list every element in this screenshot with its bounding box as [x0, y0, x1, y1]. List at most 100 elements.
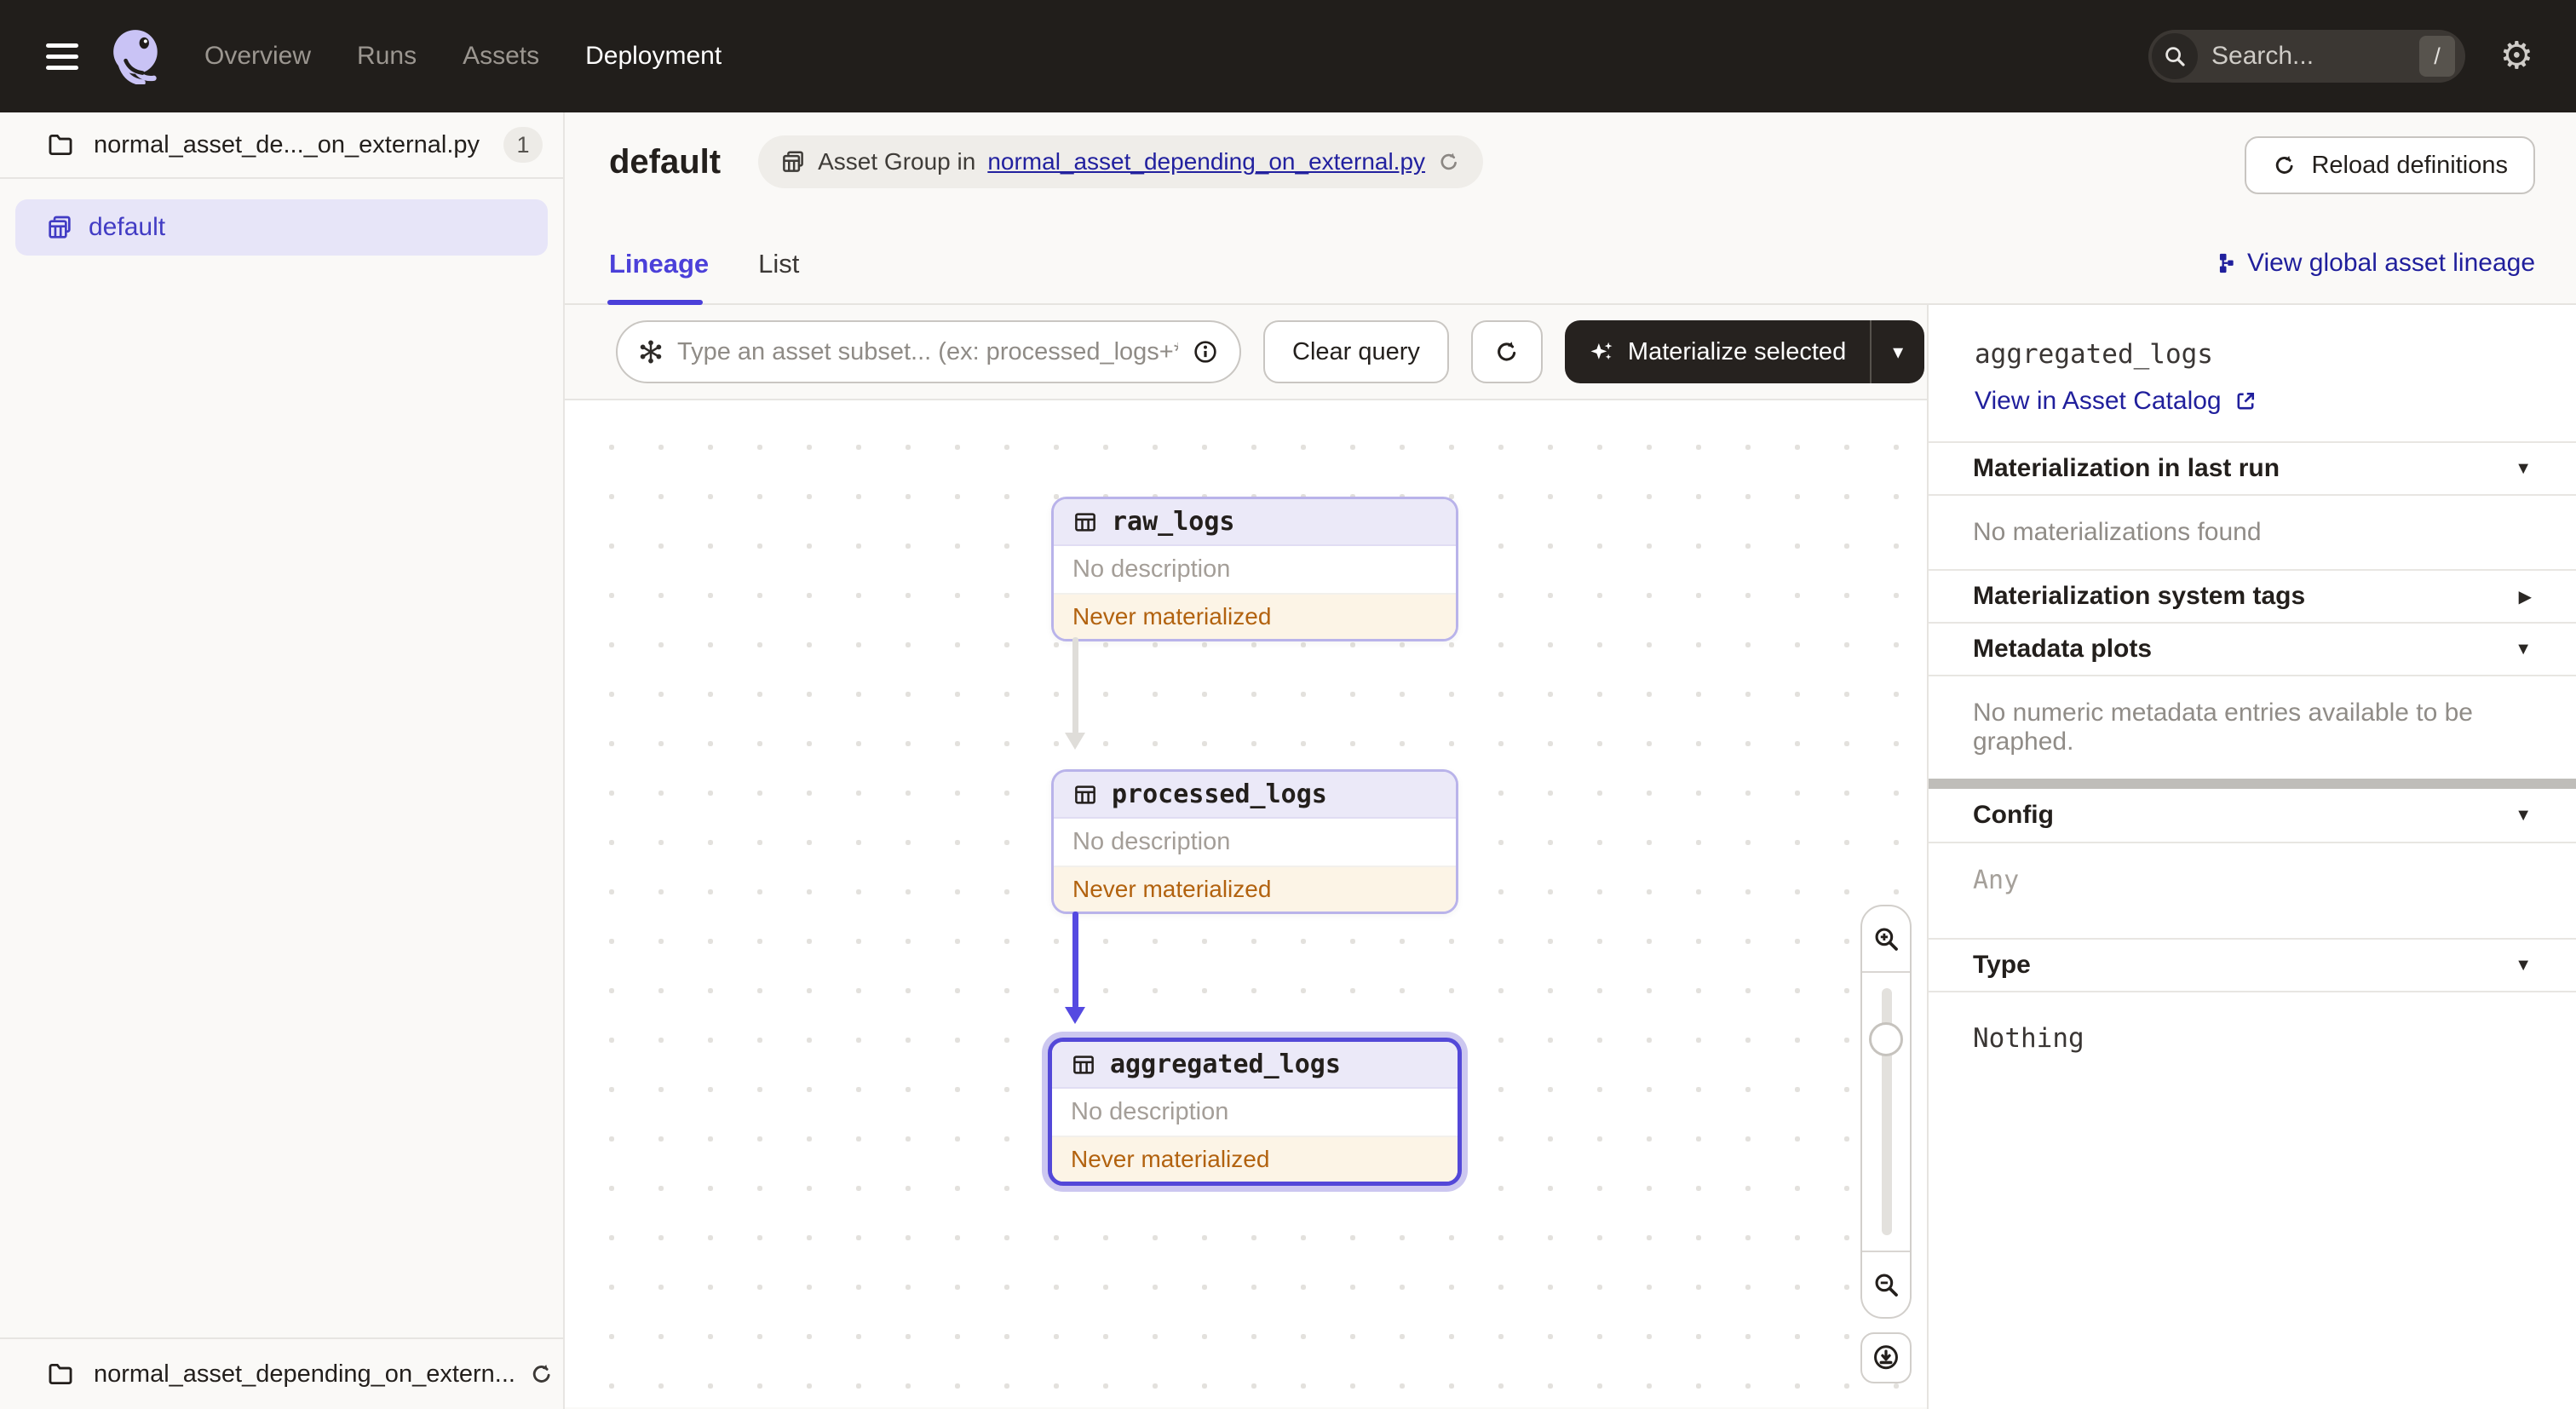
asset-group-tag-link[interactable]: normal_asset_depending_on_external.py: [987, 148, 1425, 175]
section-materialization-in-last-run[interactable]: Materialization in last run ▼: [1929, 441, 2576, 494]
nav-item-assets[interactable]: Assets: [463, 42, 539, 71]
section-title: Config: [1973, 801, 2054, 829]
asset-node-raw-logs[interactable]: raw_logs No description Never materializ…: [1051, 497, 1458, 641]
section-title: Metadata plots: [1973, 635, 2153, 663]
asset-node-aggregated-logs[interactable]: aggregated_logs No description Never mat…: [1048, 1038, 1462, 1186]
refresh-graph-button[interactable]: [1470, 320, 1543, 383]
lineage-edge: [1065, 637, 1085, 750]
zoom-controls: [1860, 905, 1912, 1383]
asset-node-description: No description: [1054, 546, 1456, 595]
asset-detail-panel: aggregated_logs View in Asset Catalog Ma…: [1927, 305, 2576, 1409]
folder-icon: [49, 134, 72, 156]
asset-query-field[interactable]: [616, 320, 1241, 383]
refresh-icon: [1498, 342, 1516, 361]
no-materializations-text: No materializations found: [1929, 494, 2576, 569]
asset-node-status: Never materialized: [1052, 1137, 1458, 1182]
asset-group-icon: [49, 216, 71, 239]
section-title: Type: [1973, 951, 2031, 979]
section-metadata-plots[interactable]: Metadata plots ▼: [1929, 622, 2576, 675]
asset-node-name: raw_logs: [1112, 507, 1235, 537]
asset-group-tag-prefix: Asset Group in: [818, 148, 976, 175]
zoom-out-button[interactable]: [1862, 1251, 1910, 1317]
selected-asset-title: aggregated_logs: [1975, 339, 2213, 370]
zoom-out-icon: [1875, 1274, 1898, 1297]
top-nav: Overview Runs Assets Deployment / ⚙: [0, 0, 2576, 112]
chevron-right-icon: ▶: [2518, 587, 2532, 607]
refresh-icon: [2276, 156, 2294, 174]
chevron-down-icon: ▼: [2515, 639, 2532, 658]
zoom-in-icon: [1875, 928, 1898, 951]
chevron-down-icon: ▼: [2515, 955, 2532, 975]
chevron-down-icon: ▼: [2515, 458, 2532, 478]
graph-toolbar: Clear query Materializ: [565, 305, 1927, 400]
table-icon: [1075, 512, 1095, 532]
lineage-edge-selected: [1065, 912, 1085, 1024]
asset-group-tag: Asset Group in normal_asset_depending_on…: [758, 135, 1484, 188]
asset-node-name: aggregated_logs: [1110, 1050, 1341, 1079]
sidebar-footer-code-location[interactable]: normal_asset_depending_on_extern...: [0, 1337, 563, 1409]
section-materialization-system-tags[interactable]: Materialization system tags ▶: [1929, 569, 2576, 622]
table-icon: [1073, 1055, 1094, 1074]
zoom-slider-thumb[interactable]: [1869, 1022, 1903, 1056]
refresh-icon[interactable]: [1437, 150, 1461, 174]
asset-node-status: Never materialized: [1054, 595, 1456, 639]
sidebar-item-group-default[interactable]: default: [15, 199, 548, 256]
lineage-canvas[interactable]: raw_logs No description Never materializ…: [565, 400, 1927, 1407]
folder-icon: [49, 1363, 72, 1385]
type-value: Nothing: [1929, 991, 2576, 1084]
settings-gear-icon[interactable]: ⚙: [2500, 34, 2533, 78]
tabs-bar: Lineage List View global asset lineage: [565, 211, 2576, 305]
tab-list[interactable]: List: [758, 249, 799, 279]
search-shortcut-key: /: [2419, 36, 2455, 77]
search-bar[interactable]: /: [2148, 30, 2465, 83]
no-metadata-text: No numeric metadata entries available to…: [1929, 675, 2576, 779]
info-icon[interactable]: [1192, 338, 1219, 365]
section-type[interactable]: Type ▼: [1929, 938, 2576, 991]
nav-item-overview[interactable]: Overview: [204, 42, 311, 71]
reload-definitions-label: Reload definitions: [2311, 151, 2508, 179]
clear-query-label: Clear query: [1292, 337, 1420, 365]
search-input[interactable]: [2211, 42, 2419, 71]
code-location-label: normal_asset_de..._on_external.py: [94, 130, 480, 158]
view-global-asset-lineage-link[interactable]: View global asset lineage: [2211, 249, 2535, 278]
asset-group-icon: [783, 151, 803, 172]
search-icon: [2152, 33, 2198, 79]
sidebar-item-code-location[interactable]: normal_asset_de..._on_external.py 1: [0, 112, 563, 179]
materialize-dropdown-caret[interactable]: ▾: [1872, 340, 1924, 365]
asset-node-processed-logs[interactable]: processed_logs No description Never mate…: [1051, 769, 1458, 914]
page-header: default Asset Group in normal_asset_depe…: [565, 112, 2576, 211]
materialize-selected-button[interactable]: Materialize selected ▾: [1564, 320, 1925, 383]
refresh-icon[interactable]: [529, 1361, 555, 1387]
page-title: default: [609, 142, 722, 181]
config-value: Any: [1929, 842, 2576, 938]
sparkles-icon: [1590, 342, 1613, 360]
asset-node-name: processed_logs: [1112, 779, 1327, 809]
section-title: Materialization in last run: [1973, 454, 2280, 482]
footer-code-location-label: normal_asset_depending_on_extern...: [94, 1360, 515, 1388]
asset-query-input[interactable]: [677, 337, 1178, 366]
code-location-count-badge: 1: [503, 127, 543, 163]
nav-item-deployment[interactable]: Deployment: [585, 42, 722, 71]
materialize-selected-label: Materialize selected: [1627, 337, 1847, 365]
nav-item-runs[interactable]: Runs: [357, 42, 417, 71]
sidebar: normal_asset_de..._on_external.py 1 defa…: [0, 112, 565, 1409]
asset-node-status: Never materialized: [1054, 867, 1456, 912]
hamburger-menu-icon[interactable]: [46, 37, 78, 77]
clear-query-button[interactable]: Clear query: [1263, 320, 1449, 383]
main-area: default Asset Group in normal_asset_depe…: [565, 112, 2576, 1409]
zoom-in-button[interactable]: [1862, 906, 1910, 973]
dagster-logo-icon[interactable]: [109, 28, 165, 84]
lineage-graph-area: Clear query Materializ: [565, 305, 1927, 1409]
lineage-graph-icon: [2219, 253, 2234, 273]
reload-definitions-button[interactable]: Reload definitions: [2245, 136, 2535, 194]
chevron-down-icon: ▼: [2515, 805, 2532, 825]
download-image-button[interactable]: [1860, 1332, 1912, 1383]
tab-lineage[interactable]: Lineage: [609, 249, 709, 279]
panel-resize-handle[interactable]: [1929, 779, 2576, 789]
download-icon: [1874, 1345, 1898, 1370]
asset-node-description: No description: [1054, 819, 1456, 867]
asset-node-description: No description: [1052, 1089, 1458, 1137]
section-config[interactable]: Config ▼: [1929, 789, 2576, 842]
view-in-asset-catalog-link[interactable]: View in Asset Catalog: [1975, 387, 2530, 416]
section-title: Materialization system tags: [1973, 582, 2306, 610]
